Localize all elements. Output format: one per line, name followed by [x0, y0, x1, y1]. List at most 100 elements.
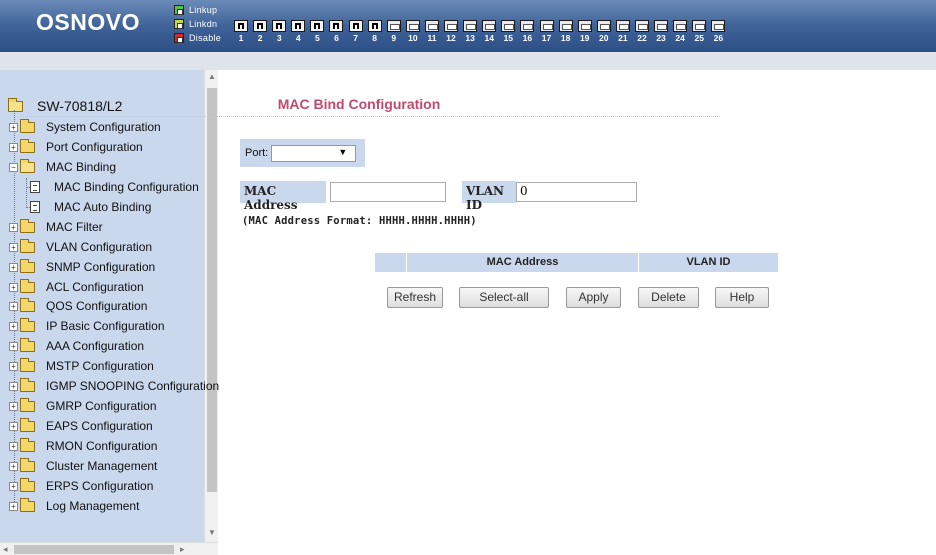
port-2[interactable]: 2 [252, 20, 268, 43]
port-label: Port: [245, 147, 269, 159]
port-number: 17 [541, 33, 552, 43]
expand-icon[interactable]: + [9, 321, 18, 331]
port-16[interactable]: 16 [519, 20, 535, 43]
scroll-right-icon[interactable]: ▸ [180, 544, 185, 555]
port-number: 20 [599, 33, 609, 43]
vlan-id-input[interactable]: 0 [516, 182, 637, 202]
sidebar-item-rmon-configuration[interactable]: + RMON Configuration [9, 437, 157, 455]
sidebar-item-mac-auto-binding[interactable]: MAC Auto Binding [30, 198, 151, 216]
expand-icon[interactable]: + [9, 301, 18, 311]
expand-icon[interactable]: + [9, 122, 18, 132]
port-26[interactable]: 26 [710, 20, 726, 43]
sidebar-item-mac-binding-configuration[interactable]: MAC Binding Configuration [30, 178, 199, 196]
delete-button[interactable]: Delete [638, 287, 699, 308]
port-20[interactable]: 20 [596, 20, 612, 43]
disable-icon [174, 33, 184, 43]
sidebar-item-mstp-configuration[interactable]: + MSTP Configuration [9, 357, 154, 375]
sidebar-item-aaa-configuration[interactable]: + AAA Configuration [9, 337, 144, 355]
expand-icon[interactable]: + [9, 242, 18, 252]
port-3[interactable]: 3 [271, 20, 287, 43]
expand-icon[interactable]: + [9, 222, 18, 232]
expand-icon[interactable]: + [9, 341, 18, 351]
sidebar-horizontal-scrollbar[interactable]: ◂ ▸ [0, 542, 218, 555]
port-10[interactable]: 10 [405, 20, 421, 43]
sidebar-item-cluster-management[interactable]: + Cluster Management [9, 457, 157, 475]
port-19[interactable]: 19 [577, 20, 593, 43]
sidebar-item-label: GMRP Configuration [46, 399, 157, 413]
expand-icon[interactable]: + [9, 262, 18, 272]
help-button[interactable]: Help [715, 287, 769, 308]
port-number: 6 [334, 33, 339, 43]
port-1[interactable]: 1 [233, 20, 249, 43]
legend-linkdn-label: Linkdn [189, 19, 218, 29]
port-number: 2 [257, 33, 263, 43]
scroll-down-icon[interactable]: ▼ [208, 528, 216, 537]
port-9[interactable]: 9 [386, 20, 402, 43]
mac-address-input[interactable] [330, 182, 446, 202]
hscroll-thumb[interactable] [14, 545, 174, 554]
scroll-left-icon[interactable]: ◂ [3, 544, 8, 555]
port-select[interactable]: ▼ [271, 144, 357, 162]
expand-icon[interactable]: + [9, 361, 18, 371]
port-22[interactable]: 22 [634, 20, 650, 43]
folder-icon [20, 297, 35, 312]
port-icon [463, 20, 478, 32]
title-divider [20, 116, 720, 117]
scroll-thumb[interactable] [207, 88, 217, 492]
port-6[interactable]: 6 [328, 20, 344, 43]
sidebar-item-acl-configuration[interactable]: + ACL Configuration [9, 278, 144, 296]
port-15[interactable]: 15 [500, 20, 516, 43]
port-21[interactable]: 21 [615, 20, 631, 43]
sidebar-item-vlan-configuration[interactable]: + VLAN Configuration [9, 238, 152, 256]
expand-icon[interactable]: + [9, 381, 18, 391]
expand-icon[interactable]: + [9, 401, 18, 411]
expand-icon[interactable]: + [9, 481, 18, 491]
expand-icon[interactable]: + [9, 461, 18, 471]
sidebar-item-erps-configuration[interactable]: + ERPS Configuration [9, 477, 153, 495]
sidebar-item-eaps-configuration[interactable]: + EAPS Configuration [9, 417, 153, 435]
port-17[interactable]: 17 [539, 20, 555, 43]
scroll-up-icon[interactable]: ▲ [208, 72, 216, 81]
sidebar-item-ip-basic-configuration[interactable]: + IP Basic Configuration [9, 317, 165, 335]
sidebar-item-mac-filter[interactable]: + MAC Filter [9, 218, 103, 236]
port-25[interactable]: 25 [691, 20, 707, 43]
sidebar-item-system-configuration[interactable]: + System Configuration [9, 118, 161, 136]
sidebar-item-qos-configuration[interactable]: + QOS Configuration [9, 297, 147, 315]
port-23[interactable]: 23 [653, 20, 669, 43]
legend-linkup: Linkup [174, 3, 221, 17]
legend-disable: Disable [174, 31, 221, 45]
port-11[interactable]: 11 [424, 20, 440, 43]
sidebar-item-label: ERPS Configuration [46, 479, 154, 493]
sidebar-item-log-management[interactable]: + Log Management [9, 497, 139, 515]
expand-icon[interactable]: + [9, 282, 18, 292]
port-8[interactable]: 8 [367, 20, 383, 43]
port-panel: 1 2 3 4 5 6 7 8 9 10 11 12 13 14 15 16 17 18 19 20 21 22 23 24 2… [233, 20, 729, 43]
folder-icon [20, 317, 35, 332]
port-7[interactable]: 7 [348, 20, 364, 43]
sidebar-vertical-scrollbar[interactable]: ▲ ▼ [204, 70, 218, 542]
legend-disable-label: Disable [189, 33, 222, 43]
folder-icon [20, 258, 35, 273]
port-18[interactable]: 18 [558, 20, 574, 43]
sidebar-item-igmp-snooping-configuration[interactable]: + IGMP SNOOPING Configuration [9, 377, 219, 395]
document-icon [30, 201, 40, 213]
expand-icon[interactable]: + [9, 501, 18, 511]
sidebar-item-snmp-configuration[interactable]: + SNMP Configuration [9, 258, 155, 276]
port-4[interactable]: 4 [290, 20, 306, 43]
port-5[interactable]: 5 [309, 20, 325, 43]
port-icon [634, 20, 649, 32]
port-12[interactable]: 12 [443, 20, 459, 43]
sidebar-item-gmrp-configuration[interactable]: + GMRP Configuration [9, 397, 157, 415]
port-24[interactable]: 24 [672, 20, 688, 43]
apply-button[interactable]: Apply [566, 287, 621, 308]
expand-icon[interactable]: + [9, 421, 18, 431]
port-14[interactable]: 14 [481, 20, 497, 43]
expand-icon[interactable]: + [9, 142, 18, 152]
refresh-button[interactable]: Refresh [387, 287, 443, 308]
port-13[interactable]: 13 [462, 20, 478, 43]
expand-icon[interactable]: + [9, 441, 18, 451]
collapse-icon[interactable]: − [9, 162, 18, 172]
select-all-button[interactable]: Select-all [459, 287, 549, 308]
sidebar-item-mac-binding[interactable]: − MAC Binding [9, 158, 116, 176]
sidebar-item-port-configuration[interactable]: + Port Configuration [9, 138, 143, 156]
